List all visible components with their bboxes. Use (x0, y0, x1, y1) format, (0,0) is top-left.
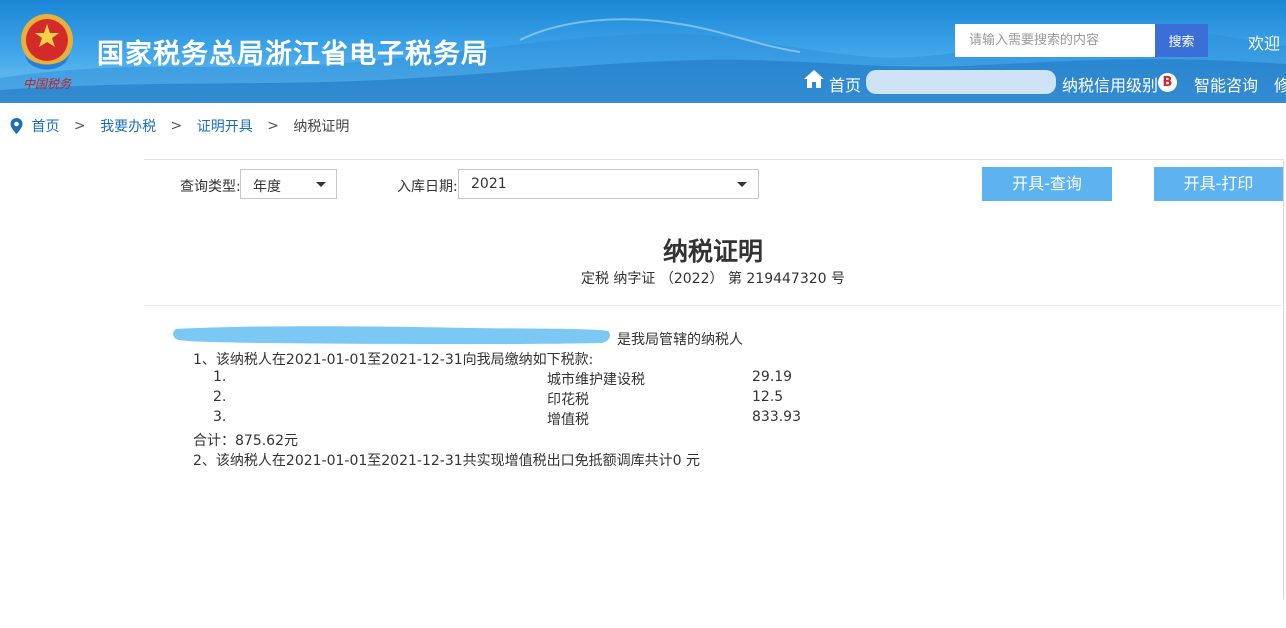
site-title: 国家税务总局浙江省电子税务局 (97, 39, 489, 70)
home-icon[interactable] (803, 69, 825, 89)
breadcrumb-certificate-issue[interactable]: 证明开具 (197, 119, 253, 135)
tax-item-index: 3. (213, 409, 227, 425)
query-type-select[interactable]: 年度 (240, 169, 337, 199)
panel-right-border (1283, 159, 1284, 599)
query-type-label: 查询类型: (180, 179, 241, 195)
breadcrumb-current: 纳税证明 (293, 119, 350, 135)
tax-item-amount: 833.93 (752, 409, 801, 425)
clause-1: 1、该纳税人在2021-01-01至2021-12-31向我局缴纳如下税款: (193, 352, 594, 368)
nav-credit-rating[interactable]: 纳税信用级别 (1062, 72, 1158, 96)
breadcrumb-separator: > (73, 118, 86, 134)
credit-grade-badge: B (1158, 73, 1177, 92)
nav-smart-consult[interactable]: 智能咨询 (1194, 72, 1258, 96)
svg-text:中国税务: 中国税务 (23, 77, 72, 91)
nav-home[interactable]: 首页 (829, 72, 861, 96)
chevron-down-icon (737, 182, 747, 187)
panel-top-divider (144, 159, 1284, 160)
search-input[interactable] (955, 24, 1155, 57)
certificate-number: 定税 纳字证 （2022） 第 219447320 号 (580, 271, 846, 287)
breadcrumb-home[interactable]: 首页 (31, 119, 59, 135)
welcome-text: 欢迎 (1248, 34, 1281, 53)
date-label: 入库日期: (397, 179, 458, 195)
tax-item-amount: 29.19 (752, 369, 793, 385)
search-button[interactable]: 搜索 (1155, 24, 1208, 57)
breadcrumb-separator: > (267, 118, 279, 134)
tax-item-name: 城市维护建设税 (547, 372, 645, 388)
breadcrumb: 首页 > 我要办税 > 证明开具 > 纳税证明 (10, 116, 349, 136)
certificate-divider (144, 305, 1284, 306)
tax-item-index: 1. (213, 369, 227, 385)
date-value: 2021 (471, 176, 507, 192)
breadcrumb-separator: > (170, 118, 183, 134)
tax-item-amount: 12.5 (752, 389, 784, 405)
taxpayer-suffix: 是我局管辖的纳税人 (617, 332, 743, 348)
tax-item-name: 印花税 (547, 392, 589, 408)
location-pin-icon (10, 118, 23, 134)
date-select[interactable]: 2021 (458, 169, 759, 199)
certificate-title: 纳税证明 (662, 237, 763, 266)
tax-item-index: 2. (213, 389, 227, 405)
redacted-nav-area (866, 70, 1056, 94)
tax-emblem-logo: 中国税务 (21, 14, 73, 91)
chevron-down-icon (316, 182, 326, 187)
issue-print-button[interactable]: 开具-打印 (1154, 167, 1283, 201)
redacted-taxpayer-name (173, 326, 610, 345)
issue-query-button[interactable]: 开具-查询 (982, 167, 1112, 201)
query-type-value: 年度 (253, 179, 281, 195)
nav-truncated-item[interactable]: 修 (1274, 72, 1286, 96)
site-header: 中国税务 国家税务总局浙江省电子税务局 搜索 欢迎 首页 纳税信用级别 B 智能… (0, 0, 1286, 103)
clause-2: 2、该纳税人在2021-01-01至2021-12-31共实现增值税出口免抵额调… (193, 453, 700, 469)
total-amount: 合计：875.62元 (193, 433, 298, 449)
breadcrumb-tax-service[interactable]: 我要办税 (100, 119, 156, 135)
tax-item-name: 增值税 (547, 412, 589, 428)
